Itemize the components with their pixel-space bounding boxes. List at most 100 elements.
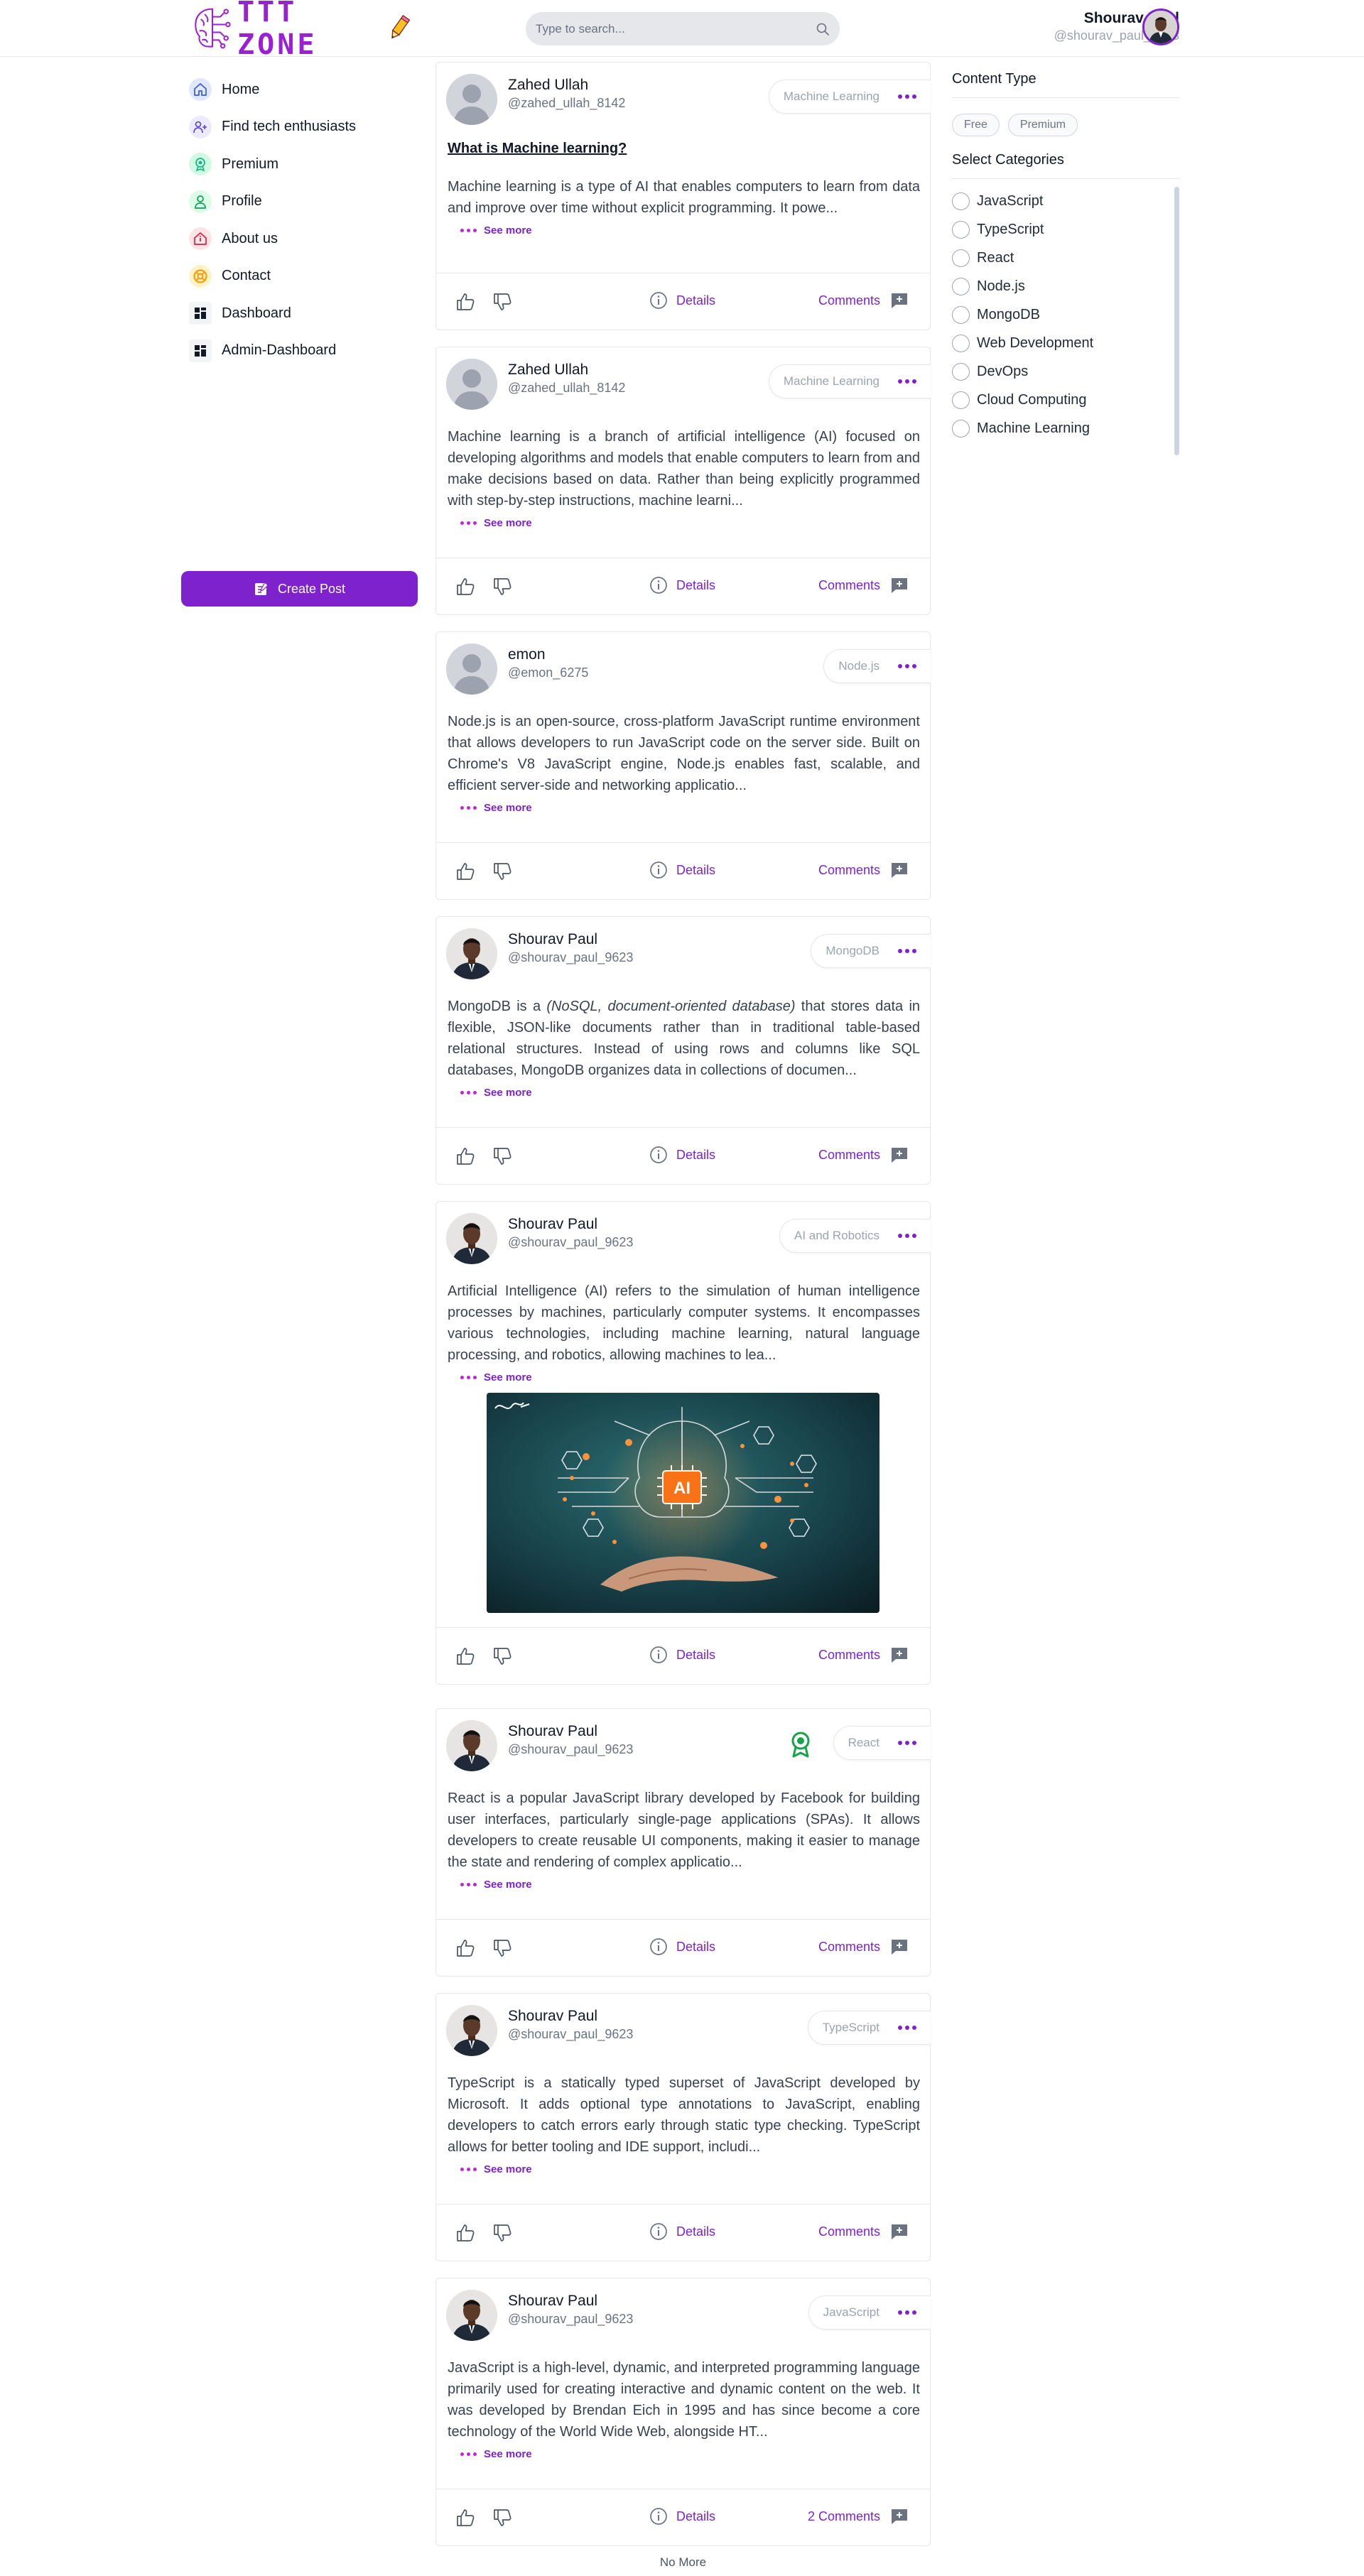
category-checkbox[interactable] [952,192,970,210]
category-scrollbar[interactable] [1174,187,1179,455]
more-options-icon[interactable] [898,94,916,99]
category-option-react[interactable]: React [952,244,1179,272]
comments-button[interactable]: Comments [818,1646,909,1664]
details-button[interactable]: Details [649,1938,715,1956]
details-button[interactable]: Details [649,576,715,594]
sidebar-item-home[interactable]: Home [189,71,423,109]
author-avatar[interactable] [446,2005,497,2056]
more-options-icon[interactable] [898,2026,916,2030]
see-more-button[interactable]: See more [460,224,532,237]
sidebar-item-contact[interactable]: Contact [189,258,423,295]
thumbs-down-icon[interactable] [492,861,513,882]
thumbs-up-icon[interactable] [455,1646,476,1667]
category-scrollbar-thumb[interactable] [1174,187,1179,455]
author-avatar[interactable] [446,74,497,125]
post-author[interactable]: Shourav Paul @shourav_paul_9623 [508,2008,633,2042]
comments-button[interactable]: Comments [818,291,909,310]
see-more-button[interactable]: See more [460,802,532,814]
post-author[interactable]: Shourav Paul @shourav_paul_9623 [508,2293,633,2327]
comments-button[interactable]: Comments [818,2222,909,2241]
thumbs-down-icon[interactable] [492,1646,513,1667]
author-avatar[interactable] [446,1720,497,1771]
current-user-avatar[interactable] [1142,9,1179,45]
see-more-button[interactable]: See more [460,1371,532,1384]
details-button[interactable]: Details [649,291,715,310]
author-avatar[interactable] [446,2290,497,2341]
category-option-web-development[interactable]: Web Development [952,329,1179,357]
see-more-button[interactable]: See more [460,2163,532,2175]
post-author[interactable]: Shourav Paul @shourav_paul_9623 [508,1216,633,1250]
category-checkbox[interactable] [952,277,970,295]
more-options-icon[interactable] [898,664,916,668]
category-option-ai-and-robotics[interactable]: AI and Robotics [952,442,1179,447]
category-option-javascript[interactable]: JavaScript [952,187,1179,215]
content-type-free[interactable]: Free [952,114,1000,136]
comments-button[interactable]: Comments [818,1938,909,1956]
thumbs-up-icon[interactable] [455,1938,476,1959]
author-avatar[interactable] [446,1213,497,1264]
content-type-premium[interactable]: Premium [1007,114,1078,136]
comments-button[interactable]: 2 Comments [808,2507,909,2526]
post-author[interactable]: Shourav Paul @shourav_paul_9623 [508,931,633,965]
author-avatar[interactable] [446,928,497,979]
category-checkbox[interactable] [952,249,970,267]
category-checkbox[interactable] [952,334,970,352]
thumbs-up-icon[interactable] [455,291,476,313]
see-more-button[interactable]: See more [460,1879,532,1891]
thumbs-down-icon[interactable] [492,1938,513,1959]
more-options-icon[interactable] [898,1741,916,1745]
see-more-button[interactable]: See more [460,2448,532,2460]
more-options-icon[interactable] [898,1234,916,1238]
details-button[interactable]: Details [649,1146,715,1164]
comments-button[interactable]: Comments [818,576,909,594]
author-avatar[interactable] [446,359,497,410]
thumbs-up-icon[interactable] [455,576,476,597]
category-option-node-js[interactable]: Node.js [952,272,1179,300]
comments-button[interactable]: Comments [818,1146,909,1164]
thumbs-up-icon[interactable] [455,861,476,882]
post-author[interactable]: Zahed Ullah @zahed_ullah_8142 [508,77,625,111]
more-options-icon[interactable] [898,949,916,953]
category-list[interactable]: JavaScript TypeScript React Node.js MongoDB W… [952,187,1179,447]
post-title[interactable]: What is Machine learning? [448,141,627,157]
category-option-cloud-computing[interactable]: Cloud Computing [952,386,1179,414]
sidebar-item-find-tech-enthusiasts[interactable]: Find tech enthusiasts [189,109,423,146]
more-options-icon[interactable] [898,379,916,384]
thumbs-down-icon[interactable] [492,576,513,597]
thumbs-down-icon[interactable] [492,2507,513,2528]
search-input[interactable] [536,21,816,36]
thumbs-up-icon[interactable] [455,1146,476,1167]
thumbs-down-icon[interactable] [492,1146,513,1167]
details-button[interactable]: Details [649,2222,715,2241]
sidebar-item-admin-dashboard[interactable]: Admin-Dashboard [189,332,423,370]
details-button[interactable]: Details [649,861,715,879]
post-author[interactable]: Zahed Ullah @zahed_ullah_8142 [508,362,625,396]
more-options-icon[interactable] [898,2310,916,2315]
comments-button[interactable]: Comments [818,861,909,879]
sidebar-item-dashboard[interactable]: Dashboard [189,295,423,332]
thumbs-up-icon[interactable] [455,2507,476,2528]
thumbs-down-icon[interactable] [492,2222,513,2244]
category-checkbox[interactable] [952,220,970,239]
create-post-button[interactable]: Create Post [181,571,418,607]
thumbs-up-icon[interactable] [455,2222,476,2244]
see-more-button[interactable]: See more [460,517,532,529]
category-option-mongodb[interactable]: MongoDB [952,300,1179,329]
details-button[interactable]: Details [649,2507,715,2526]
post-image[interactable]: AI [487,1393,879,1613]
category-option-machine-learning[interactable]: Machine Learning [952,414,1179,442]
post-author[interactable]: emon @emon_6275 [508,646,588,680]
category-checkbox[interactable] [952,362,970,381]
site-logo[interactable]: TTT ZONE [190,0,411,61]
sidebar-item-about-us[interactable]: About us [189,220,423,258]
category-option-devops[interactable]: DevOps [952,357,1179,386]
category-checkbox[interactable] [952,305,970,324]
details-button[interactable]: Details [649,1646,715,1664]
search-icon[interactable] [816,22,830,36]
see-more-button[interactable]: See more [460,1087,532,1099]
author-avatar[interactable] [446,643,497,695]
post-author[interactable]: Shourav Paul @shourav_paul_9623 [508,1723,633,1757]
category-checkbox[interactable] [952,419,970,438]
thumbs-down-icon[interactable] [492,291,513,313]
category-option-typescript[interactable]: TypeScript [952,215,1179,244]
